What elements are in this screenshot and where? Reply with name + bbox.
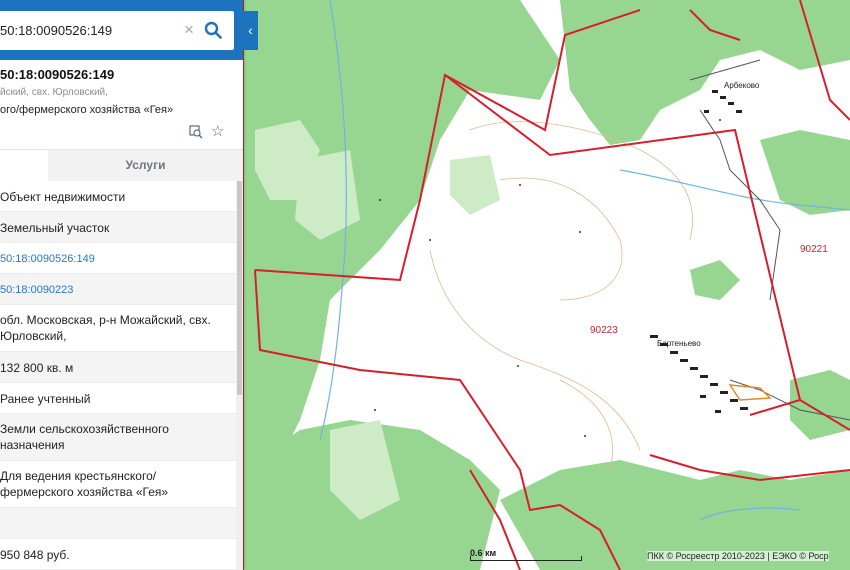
table-row: 950 848 руб. (0, 539, 236, 570)
parcel-title: 50:18:0090526:149 (0, 67, 115, 82)
tab-info[interactable] (0, 150, 48, 181)
table-row-link[interactable]: 50:18:0090223 (0, 274, 236, 305)
search-query[interactable]: 50:18:0090526:149 (0, 23, 112, 38)
attribute-table: Объект недвижимости Земельный участок 50… (0, 181, 236, 570)
info-panel: 50:18:0090526:149 × 50:18:0090526:149 йс… (0, 0, 243, 570)
search-bar: 50:18:0090526:149 × (0, 0, 243, 60)
star-icon[interactable]: ☆ (211, 124, 224, 139)
scale-bar (470, 556, 582, 561)
find-on-map-icon[interactable] (189, 125, 203, 139)
village-label-bartenevo: Бартеньево (657, 339, 701, 348)
quarter-label: 90221 (800, 244, 828, 255)
table-row: 132 800 кв. м (0, 352, 236, 383)
village-label-arbekovo: Арбеково (724, 81, 760, 90)
parcel-purpose: ого/фермерского хозяйства «Гея» (0, 104, 174, 116)
scrollbar[interactable] (236, 181, 243, 570)
table-row-link[interactable]: 50:18:0090526:149 (0, 243, 236, 274)
table-row: обл. Московская, р-н Можайский, свх. Юрло… (0, 305, 236, 352)
scroll-thumb[interactable] (237, 181, 242, 395)
collapse-panel-button[interactable]: ‹ (243, 11, 258, 50)
table-row: Земельный участок (0, 212, 236, 243)
tab-bar: Услуги (0, 149, 243, 181)
tab-services[interactable]: Услуги (48, 150, 243, 181)
quarter-label: 90223 (590, 325, 618, 336)
search-input[interactable]: 50:18:0090526:149 × (0, 11, 234, 50)
search-icon[interactable] (204, 21, 222, 39)
table-row: Земли сельскохозяйственного назначения (0, 414, 236, 461)
parcel-address: йский, свх. Юрловский, (0, 87, 108, 98)
table-row: Объект недвижимости (0, 181, 236, 212)
close-icon[interactable]: × (184, 20, 194, 40)
table-row (0, 508, 236, 539)
table-row: Ранее учтенный (0, 383, 236, 414)
map-attribution: ПКК © Росреестр 2010-2023 | ЕЭКО © Роср (647, 551, 829, 561)
table-row: Для ведения крестьянского/фермерского хо… (0, 461, 236, 508)
